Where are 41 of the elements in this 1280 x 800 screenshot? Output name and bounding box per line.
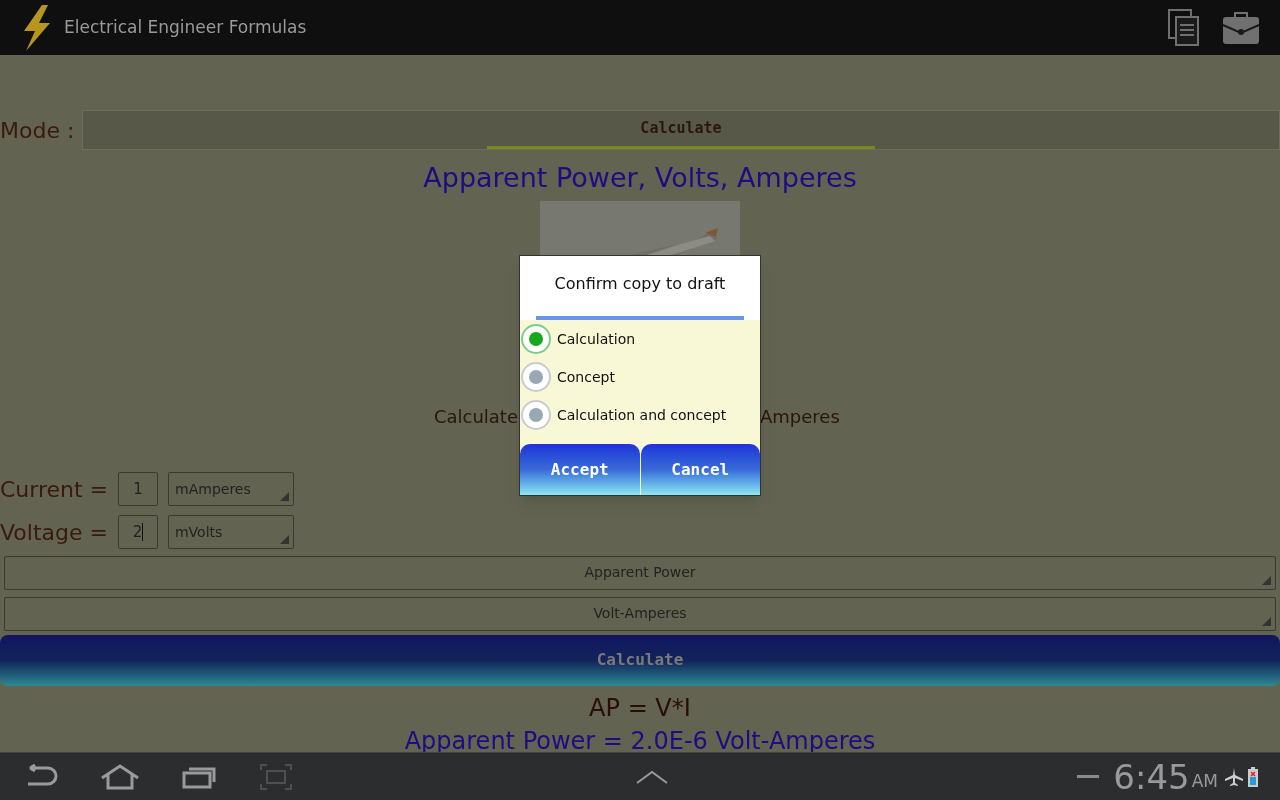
briefcase-icon[interactable] [1222,10,1260,45]
radio-option[interactable]: Calculation and concept [520,396,760,434]
option-label: Calculation and concept [557,405,727,425]
radio-option[interactable]: Calculation [520,320,760,358]
dialog-title: Confirm copy to draft [554,273,726,295]
option-label: Calculation [557,329,636,349]
dropdown-corner-icon [1262,575,1271,585]
quantity-dropdown[interactable]: Apparent Power [4,555,1276,590]
radio-button [521,324,551,354]
amperes-text: Amperes [760,404,840,429]
home-icon[interactable] [100,763,140,790]
battery-icon [1248,766,1258,787]
clock-time: 6:45 [1113,759,1190,794]
documents-icon[interactable] [1168,8,1200,47]
radio-button [521,400,551,430]
radio-option[interactable]: Concept [520,358,760,396]
dialog-button[interactable]: Cancel [640,444,760,495]
quantity-dropdown[interactable]: Volt-Amperes [4,596,1276,631]
value-field[interactable]: 2 [117,515,158,549]
clock-ampm: AM [1191,769,1218,793]
mode-tab[interactable]: Calculate [487,111,875,149]
formula-text: AP = V*I [588,692,692,724]
chevron-up-icon[interactable] [636,769,668,784]
mode-label: Mode : [0,116,76,145]
dropdown-corner-icon [1262,616,1271,626]
dropdown-corner-icon [280,492,290,501]
unit-dropdown[interactable]: mVolts [167,515,294,549]
dialog-button[interactable]: Accept [520,444,640,495]
value-field[interactable]: 1 [118,472,159,506]
calculate-text: Calculate [433,404,518,429]
calculate-button[interactable]: Calculate [0,634,1280,686]
result-text: Apparent Power = 2.0E-6 Volt-Amperes [403,725,877,756]
formula-heading: Apparent Power, Volts, Amperes [422,161,858,195]
option-label: Concept [557,367,615,387]
unit-dropdown[interactable]: mAmperes [168,472,295,506]
input-label: Voltage = [0,518,108,547]
app-title: Electrical Engineer Formulas [64,15,307,39]
dropdown-corner-icon [279,535,289,544]
radio-button [521,362,551,392]
input-label: Current = [0,475,109,504]
minus-icon [1077,774,1100,779]
